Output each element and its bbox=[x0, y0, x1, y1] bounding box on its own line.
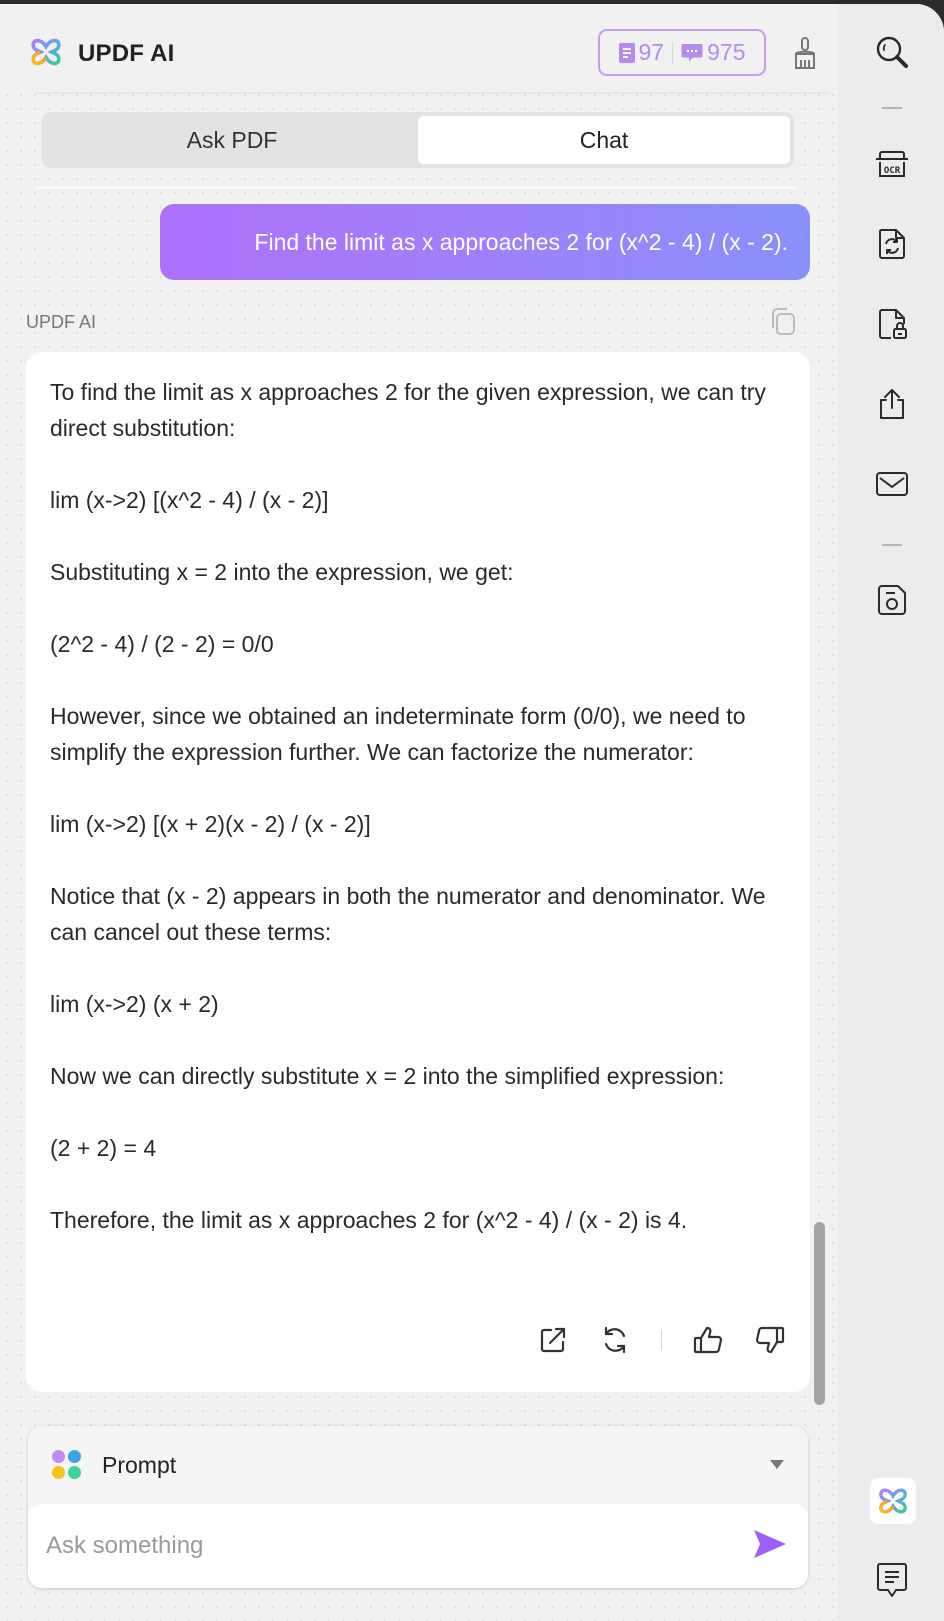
tab-ask-pdf[interactable]: Ask PDF bbox=[46, 116, 418, 164]
svg-text:OCR: OCR bbox=[884, 166, 901, 176]
app-window: UPDF AI 97 975 Ask PDF Chat Find the lim… bbox=[0, 4, 944, 1621]
tab-chat[interactable]: Chat bbox=[418, 116, 790, 164]
chat-bubble-icon bbox=[681, 43, 703, 61]
ask-input[interactable] bbox=[46, 1532, 706, 1560]
ai-sender-label: UPDF AI bbox=[26, 312, 97, 332]
answer-paragraph: (2 + 2) = 4 bbox=[50, 1135, 157, 1161]
toolbar-divider bbox=[882, 544, 902, 546]
chevron-down-icon[interactable] bbox=[770, 1460, 784, 1469]
answer-paragraph: lim (x->2) (x + 2) bbox=[50, 991, 219, 1017]
ask-input-row bbox=[28, 1504, 808, 1588]
convert-icon[interactable] bbox=[874, 226, 910, 262]
regenerate-icon[interactable] bbox=[599, 1324, 631, 1356]
ai-panel: UPDF AI 97 975 Ask PDF Chat Find the lim… bbox=[0, 4, 838, 1621]
save-icon[interactable] bbox=[874, 582, 910, 618]
actions-divider bbox=[661, 1330, 662, 1350]
toolbar-divider bbox=[882, 107, 902, 109]
header-divider bbox=[36, 92, 830, 94]
ai-answer-text: To find the limit as x approaches 2 for … bbox=[50, 374, 786, 1238]
ocr-icon[interactable]: OCR bbox=[874, 146, 910, 182]
prompt-icon bbox=[52, 1450, 82, 1480]
search-icon[interactable] bbox=[874, 34, 910, 70]
answer-paragraph: lim (x->2) [(x + 2)(x - 2) / (x - 2)] bbox=[50, 811, 371, 837]
tabs-divider bbox=[36, 186, 796, 189]
share-icon[interactable] bbox=[874, 386, 910, 422]
updf-ai-button[interactable] bbox=[870, 1478, 916, 1524]
answer-paragraph: To find the limit as x approaches 2 for … bbox=[50, 379, 766, 441]
usage-badges[interactable]: 97 975 bbox=[598, 29, 766, 76]
answer-paragraph: (2^2 - 4) / (2 - 2) = 0/0 bbox=[50, 631, 274, 657]
prompt-label: Prompt bbox=[102, 1451, 177, 1478]
chat-scrollbar[interactable] bbox=[814, 1222, 825, 1405]
badge-divider bbox=[672, 41, 674, 64]
panel-header: UPDF AI 97 975 bbox=[0, 4, 838, 94]
answer-paragraph: Now we can directly substitute x = 2 int… bbox=[50, 1063, 725, 1089]
answer-paragraph: Substituting x = 2 into the expression, … bbox=[50, 559, 514, 585]
mail-icon[interactable] bbox=[874, 466, 910, 502]
answer-actions bbox=[537, 1324, 786, 1356]
message-composer: Prompt bbox=[28, 1426, 808, 1588]
pdf-quota-value: 97 bbox=[638, 39, 665, 65]
answer-paragraph: Notice that (x - 2) appears in both the … bbox=[50, 883, 766, 945]
mode-tabs: Ask PDF Chat bbox=[42, 112, 794, 168]
answer-paragraph: lim (x->2) [(x^2 - 4) / (x - 2)] bbox=[50, 487, 329, 513]
thumbs-down-icon[interactable] bbox=[754, 1324, 786, 1356]
answer-paragraph: Therefore, the limit as x approaches 2 f… bbox=[50, 1207, 688, 1233]
chat-quota-badge: 975 bbox=[681, 39, 745, 66]
user-message-bubble: Find the limit as x approaches 2 for (x^… bbox=[160, 204, 810, 280]
thumbs-up-icon[interactable] bbox=[692, 1324, 724, 1356]
comment-icon[interactable] bbox=[876, 1561, 908, 1599]
updf-logo-icon bbox=[31, 38, 61, 66]
copy-icon[interactable] bbox=[768, 306, 798, 336]
broom-icon[interactable] bbox=[792, 36, 818, 70]
pdf-quota-badge: 97 bbox=[618, 39, 665, 66]
right-toolbar: OCR bbox=[838, 4, 944, 1621]
ai-answer-card: To find the limit as x approaches 2 for … bbox=[26, 352, 810, 1392]
prompt-selector[interactable]: Prompt bbox=[28, 1426, 808, 1504]
export-icon[interactable] bbox=[537, 1324, 569, 1356]
chat-quota-value: 975 bbox=[707, 39, 746, 65]
updf-ai-icon bbox=[879, 1488, 907, 1514]
send-icon[interactable] bbox=[752, 1528, 788, 1560]
document-icon bbox=[618, 42, 635, 63]
user-message-text: Find the limit as x approaches 2 for (x^… bbox=[254, 228, 788, 255]
answer-paragraph: However, since we obtained an indetermin… bbox=[50, 703, 746, 765]
protect-icon[interactable] bbox=[874, 306, 910, 342]
app-title: UPDF AI bbox=[78, 40, 175, 67]
